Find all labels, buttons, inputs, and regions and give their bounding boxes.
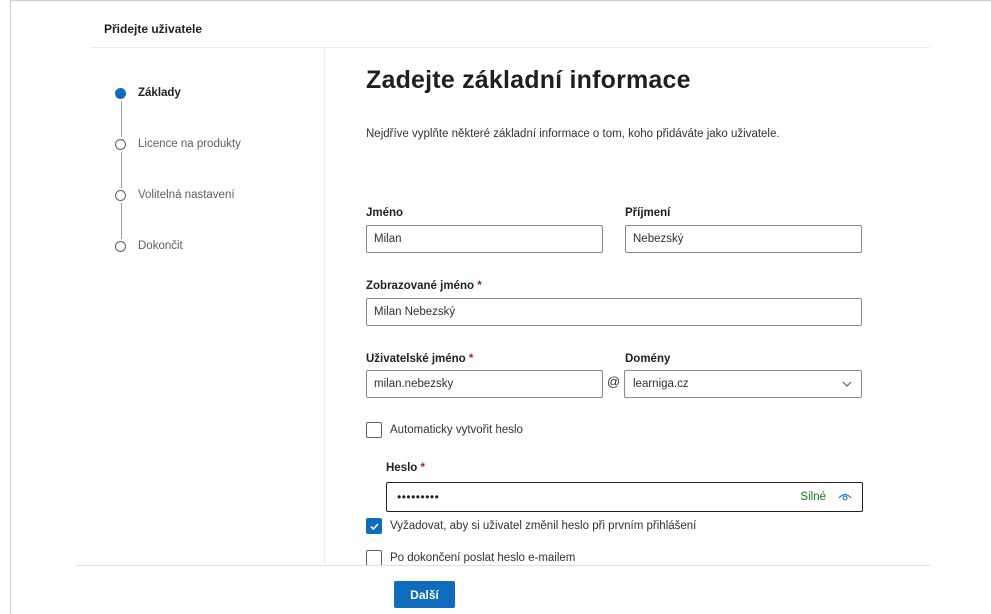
eye-icon[interactable] bbox=[838, 492, 852, 502]
username-input[interactable] bbox=[366, 370, 603, 398]
require-password-change-checkbox[interactable]: Vyžadovat, aby si uživatel změnil heslo … bbox=[366, 518, 696, 534]
step-connector bbox=[121, 101, 122, 137]
footer-divider bbox=[76, 565, 930, 566]
password-input[interactable]: ••••••••• Silné bbox=[386, 482, 863, 512]
domain-select[interactable]: learniga.cz bbox=[624, 370, 862, 398]
password-strength: Silné bbox=[800, 491, 826, 503]
step-optional-settings[interactable]: Volitelná nastavení bbox=[115, 189, 235, 201]
step-label: Licence na produkty bbox=[138, 138, 241, 150]
window-frame-top bbox=[10, 0, 991, 1]
step-indicator bbox=[115, 240, 126, 252]
last-name-label: Příjmení bbox=[625, 207, 671, 219]
step-connector bbox=[121, 203, 122, 239]
auto-password-label: Automaticky vytvořit heslo bbox=[390, 424, 523, 436]
required-marker: * bbox=[477, 280, 482, 292]
page-title: Zadejte základní informace bbox=[366, 66, 691, 94]
domains-label: Domény bbox=[625, 353, 671, 365]
step-label: Dokončit bbox=[138, 240, 183, 252]
checkbox-box[interactable] bbox=[366, 518, 382, 534]
password-label: Heslo * bbox=[386, 462, 426, 474]
domain-value: learniga.cz bbox=[633, 378, 689, 390]
step-finish[interactable]: Dokončit bbox=[115, 240, 183, 252]
required-marker: * bbox=[420, 462, 426, 474]
require-password-change-label: Vyžadovat, aby si uživatel změnil heslo … bbox=[390, 520, 697, 532]
step-product-licenses[interactable]: Licence na produkty bbox=[115, 138, 241, 150]
at-symbol: @ bbox=[607, 374, 621, 389]
step-indicator-active bbox=[115, 87, 126, 99]
next-button[interactable]: Další bbox=[394, 581, 455, 608]
panel-title: Přidejte uživatele bbox=[104, 22, 203, 36]
required-marker: * bbox=[468, 353, 474, 365]
display-name-input[interactable] bbox=[366, 298, 862, 326]
step-indicator bbox=[115, 189, 126, 201]
first-name-input[interactable] bbox=[366, 225, 603, 253]
last-name-input[interactable] bbox=[625, 225, 862, 253]
display-name-label: Zobrazované jméno * bbox=[366, 280, 482, 292]
checkbox-box[interactable] bbox=[366, 422, 382, 438]
email-password-label: Po dokončení poslat heslo e-mailem bbox=[390, 552, 576, 564]
password-masked-value: ••••••••• bbox=[397, 490, 440, 504]
sidebar-divider bbox=[324, 47, 325, 565]
window-frame-left bbox=[10, 0, 11, 614]
check-icon bbox=[369, 522, 379, 530]
first-name-label: Jméno bbox=[366, 207, 404, 219]
step-connector bbox=[121, 152, 122, 188]
username-label: Uživatelské jméno * bbox=[366, 353, 474, 365]
checkbox-box[interactable] bbox=[366, 550, 382, 566]
chevron-down-icon bbox=[842, 381, 852, 387]
email-password-checkbox[interactable]: Po dokončení poslat heslo e-mailem bbox=[366, 550, 575, 566]
page-description: Nejdříve vyplňte některé základní inform… bbox=[366, 128, 780, 140]
step-indicator bbox=[115, 138, 126, 150]
header-divider bbox=[90, 47, 930, 48]
step-basics[interactable]: Základy bbox=[115, 87, 181, 99]
step-label: Volitelná nastavení bbox=[138, 189, 235, 201]
step-label: Základy bbox=[138, 87, 181, 99]
auto-password-checkbox[interactable]: Automaticky vytvořit heslo bbox=[366, 422, 523, 438]
